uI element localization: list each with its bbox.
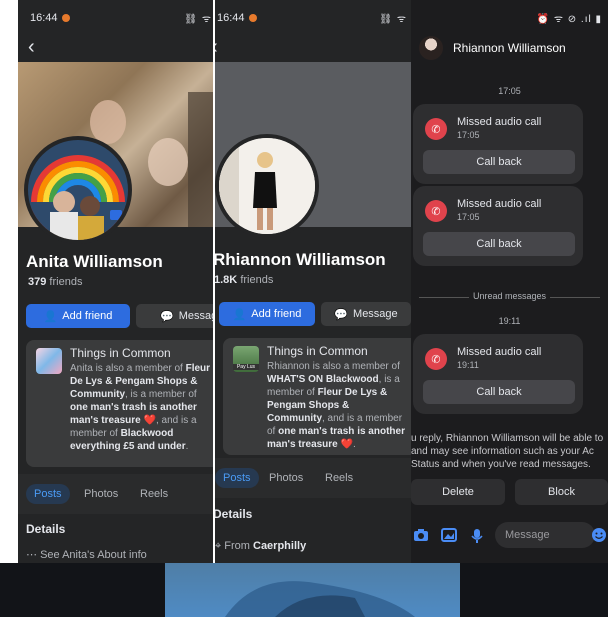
camera-icon[interactable]: [413, 528, 429, 542]
status-icons: ⏰ ᯤ ⊘ .ıl ▮: [536, 14, 602, 25]
tab-posts[interactable]: Posts: [215, 468, 259, 488]
add-person-icon: 👤: [43, 310, 58, 323]
status-icons: ⛓ ᯤ: [184, 14, 212, 25]
friends-count[interactable]: 379 friends: [28, 276, 82, 288]
background-photo-strip: [0, 563, 608, 617]
status-icons: ⛓ ᯤ: [379, 14, 407, 25]
back-arrow-icon[interactable]: ‹: [28, 36, 35, 59]
details-heading: Details: [26, 522, 66, 536]
status-bar: ⏰ ᯤ ⊘ .ıl ▮: [411, 0, 608, 36]
rainbow-frame-art: [28, 155, 128, 240]
missed-call-label: Missed audio call: [457, 116, 542, 128]
background-photo-art: [225, 581, 415, 617]
timestamp: 19:11: [498, 316, 521, 326]
delete-button[interactable]: Delete: [411, 479, 505, 505]
messenger-icon: 💬: [334, 308, 349, 321]
missed-call-label: Missed audio call: [457, 198, 542, 210]
things-in-common-title: Things in Common: [267, 344, 368, 358]
messenger-icon: 💬: [160, 310, 174, 323]
notification-dot-icon: [248, 14, 257, 22]
notification-dot-icon: [61, 14, 70, 22]
missed-call-icon: ✆: [425, 200, 447, 222]
message-composer: Message: [411, 516, 608, 556]
gallery-icon[interactable]: [441, 528, 457, 542]
hometown-detail: ⌖ From Caerphilly: [215, 540, 307, 552]
profile-tabs: Posts Photos Reels: [215, 458, 413, 498]
profile-avatar[interactable]: [24, 136, 132, 244]
profile-name: Anita Williamson: [26, 252, 163, 271]
call-back-button[interactable]: Call back: [423, 232, 575, 256]
profile-photo-art: [219, 138, 315, 234]
missed-call-label: Missed audio call: [457, 346, 542, 358]
tab-reels[interactable]: Reels: [132, 484, 176, 504]
things-in-common-title: Things in Common: [70, 346, 171, 360]
things-in-common-card: Things in Common Anita is also a member …: [26, 340, 218, 467]
tab-posts[interactable]: Posts: [26, 484, 70, 504]
rhiannon-profile-screen: 16:44 ⛓ ᯤ ‹ Rhiannon Williamson 1.8K fri…: [213, 0, 415, 565]
emoji-icon[interactable]: [591, 527, 607, 542]
group-thumbnail: [36, 348, 62, 374]
missed-call-card: ✆ Missed audio call 17:05 Call back: [413, 104, 583, 184]
missed-call-icon: ✆: [425, 118, 447, 140]
missed-call-icon: ✆: [425, 348, 447, 370]
microphone-icon[interactable]: [469, 528, 485, 543]
things-in-common-text: Rhiannon is also a member of WHAT'S ON B…: [267, 361, 405, 450]
profile-name: Rhiannon Williamson: [213, 250, 386, 269]
back-arrow-icon[interactable]: ‹: [215, 36, 218, 59]
missed-call-time: 17:05: [457, 130, 480, 140]
background-photo: [165, 563, 460, 617]
location-pin-icon: ⌖: [215, 540, 222, 552]
missed-call-card: ✆ Missed audio call 19:11 Call back: [413, 334, 583, 414]
missed-call-time: 17:05: [457, 212, 480, 222]
group-thumbnail: Pay Lus: [233, 346, 259, 372]
unread-divider: Unread messages: [411, 291, 608, 301]
add-friend-button[interactable]: 👤 Add friend: [219, 302, 315, 326]
message-request-info: u reply, Rhiannon Williamson will be abl…: [411, 433, 604, 470]
status-bar: 16:44 ⛓ ᯤ: [215, 0, 413, 36]
add-person-icon: 👤: [232, 308, 247, 321]
details-about-link[interactable]: ⋯ See Anita's About info: [26, 548, 147, 561]
tab-photos[interactable]: Photos: [76, 484, 126, 504]
block-button[interactable]: Block: [515, 479, 608, 505]
things-in-common-text: Anita is also a member of Fleur De Lys &…: [70, 363, 211, 452]
status-bar: 16:44 ⛓ ᯤ: [18, 0, 218, 36]
missed-call-time: 19:11: [457, 360, 479, 370]
details-heading: Details: [213, 507, 253, 521]
profile-tabs: Posts Photos Reels: [18, 474, 218, 514]
tab-reels[interactable]: Reels: [317, 468, 361, 488]
contact-name[interactable]: Rhiannon Williamson: [453, 41, 566, 55]
tab-photos[interactable]: Photos: [261, 468, 311, 488]
more-icon: ⋯: [26, 549, 37, 561]
status-time: 16:44: [30, 12, 70, 24]
contact-avatar[interactable]: [419, 36, 443, 60]
messenger-chat-screen: ⏰ ᯤ ⊘ .ıl ▮ Rhiannon Williamson 17:05 ✆ …: [411, 0, 608, 563]
chat-header: Rhiannon Williamson: [411, 36, 608, 66]
status-time: 16:44: [217, 12, 257, 24]
call-back-button[interactable]: Call back: [423, 380, 575, 404]
anita-profile-screen: 16:44 ⛓ ᯤ ‹ Anita Williamson 379 friends…: [18, 0, 218, 563]
friends-count[interactable]: 1.8K friends: [215, 274, 273, 286]
things-in-common-card: Pay Lus Things in Common Rhiannon is als…: [223, 338, 413, 455]
add-friend-button[interactable]: 👤 Add friend: [26, 304, 130, 328]
message-button[interactable]: 💬Message: [136, 304, 218, 328]
message-button[interactable]: 💬Message: [321, 302, 411, 326]
profile-avatar[interactable]: [215, 134, 319, 238]
message-input[interactable]: Message: [495, 522, 595, 548]
timestamp: 17:05: [498, 86, 521, 96]
missed-call-card: ✆ Missed audio call 17:05 Call back: [413, 186, 583, 266]
call-back-button[interactable]: Call back: [423, 150, 575, 174]
